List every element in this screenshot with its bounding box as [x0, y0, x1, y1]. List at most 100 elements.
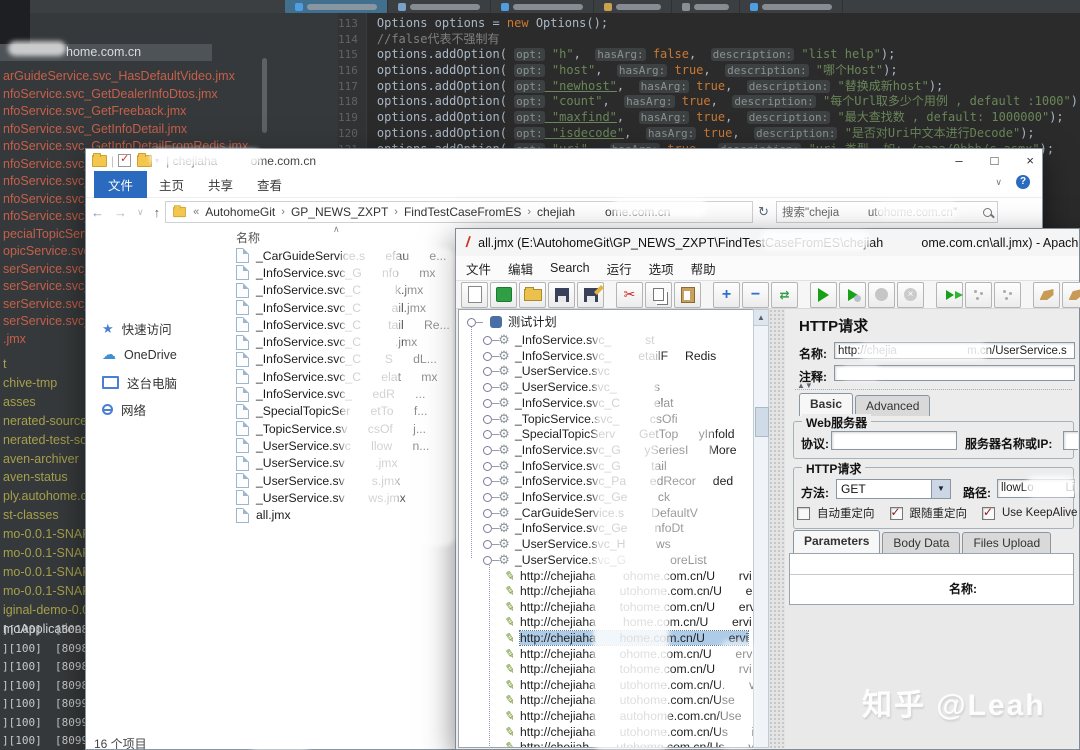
toolbar-button-paste[interactable]	[674, 281, 701, 308]
name-field[interactable]: http://chejia m.cn/UserService.s	[834, 342, 1075, 359]
ribbon-tab-3[interactable]: 查看	[245, 172, 294, 197]
tree-expand-handle[interactable]	[483, 445, 499, 455]
tree-expand-handle[interactable]	[467, 318, 483, 327]
tree-expand-handle[interactable]	[483, 336, 499, 345]
editor-tab[interactable]	[740, 0, 843, 13]
ribbon-tab-file[interactable]: 文件	[94, 171, 148, 198]
maximize-button[interactable]: □	[991, 153, 999, 168]
tree-expand-handle[interactable]	[483, 540, 499, 550]
tree-item[interactable]: _InfoService.svc_Ge nfoDt	[459, 520, 753, 536]
toolbar-button-dots[interactable]	[965, 281, 992, 308]
tree-expand-handle[interactable]	[483, 508, 499, 518]
tree-expand-handle[interactable]	[483, 524, 499, 534]
breadcrumb-segment[interactable]: GP_NEWS_ZXPT	[291, 205, 388, 219]
ide-project-folder[interactable]: aven-archiver	[3, 451, 79, 468]
ide-project-item[interactable]: arGuideService.svc_HasDefaultVideo.jmx	[3, 68, 235, 85]
toolbar-button-remote[interactable]	[936, 281, 963, 308]
tree-item[interactable]: http://chejiaha utohome.com.cn/U ervi	[459, 583, 753, 599]
toolbar-button-dots[interactable]	[994, 281, 1021, 308]
toolbar-button-new[interactable]	[461, 281, 488, 308]
ide-project-folder[interactable]: asses	[3, 394, 36, 411]
toolbar-button-toggle[interactable]: ⇄	[771, 281, 798, 308]
method-combobox[interactable]: GET ▼	[836, 479, 951, 499]
scroll-up-icon[interactable]: ▲	[754, 310, 768, 326]
ide-project-folder[interactable]: mo-0.0.1-SNAP	[3, 526, 91, 543]
ribbon-tab-2[interactable]: 共享	[196, 172, 245, 197]
refresh-icon[interactable]: ↻	[758, 204, 769, 220]
tree-item[interactable]: http://chejiaha autohome.com.cn/Use i	[459, 708, 753, 724]
sidebar-item-cloud[interactable]: ☁ OneDrive	[102, 346, 177, 363]
breadcrumb-segment[interactable]: FindTestCaseFromES	[404, 205, 521, 219]
tree-item[interactable]: _SpecialTopicServ GetTop yInfold	[459, 426, 753, 442]
server-field[interactable]	[1063, 431, 1078, 450]
parameters-table[interactable]: 名称:	[789, 553, 1074, 605]
toolbar-button-add[interactable]: +	[713, 281, 740, 308]
tree-item[interactable]: http://chejiaha tohome.com.cn/U rvi	[459, 661, 753, 677]
checkbox-跟随重定向[interactable]	[889, 505, 903, 520]
tree-item[interactable]: _InfoService.svc_G tail	[459, 458, 753, 474]
forward-icon[interactable]: →	[114, 205, 127, 220]
tree-item[interactable]: http://chejiah utohome.com.cn/Us vi	[459, 739, 753, 747]
ide-project-folder[interactable]: iginal-demo-0.0	[3, 602, 89, 619]
menu-运行[interactable]: 运行	[607, 259, 632, 278]
tree-item[interactable]: _InfoService.svc_C elat	[459, 395, 753, 411]
tree-item[interactable]: _CarGuideService.s DefaultV	[459, 505, 753, 521]
breadcrumb-segment[interactable]: chejiah ome.com.cn	[537, 205, 670, 219]
jmeter-titlebar[interactable]: / all.jmx (E:\AutohomeGit\GP_NEWS_ZXPT\F…	[456, 229, 1079, 257]
toolbar-button-cut[interactable]: ✂	[616, 281, 643, 308]
tab-body-data[interactable]: Body Data	[882, 532, 961, 553]
tree-expand-handle[interactable]	[483, 461, 499, 471]
tree-item[interactable]: _TopicService.svc_ csOfi	[459, 411, 753, 427]
toolbar-button-clear[interactable]	[1033, 281, 1060, 308]
search-box[interactable]: 搜索"chejia utohome.com.cn"	[776, 201, 998, 223]
ribbon-tab-1[interactable]: 主页	[147, 172, 196, 197]
tab-parameters[interactable]: Parameters	[793, 530, 881, 553]
ide-project-folder[interactable]: mo-0.0.1-SNAP	[3, 583, 91, 600]
comment-field[interactable]	[834, 365, 1075, 381]
tab-basic[interactable]: Basic	[799, 393, 854, 416]
back-icon[interactable]: ←	[91, 205, 104, 220]
ide-project-item[interactable]: .jmx	[3, 331, 26, 348]
toolbar-button-save-as[interactable]	[577, 281, 604, 308]
sidebar-item-star[interactable]: ★ 快速访问	[102, 319, 172, 338]
tree-expand-handle[interactable]	[483, 493, 499, 502]
checkbox-自动重定向[interactable]	[797, 506, 810, 520]
ide-project-item[interactable]: opicService.svc_	[3, 243, 97, 260]
tree-item[interactable]: http://chejiaha utohome.com.cn/U. vi	[459, 677, 753, 693]
editor-tab[interactable]	[388, 0, 491, 13]
up-icon[interactable]: ↑	[154, 205, 161, 220]
ide-project-item[interactable]: nfoService.svc_GetInfoDetail.jmx	[3, 121, 187, 138]
tree-item[interactable]: _UserService.svc_G oreList	[459, 552, 753, 568]
tree-scrollbar[interactable]: ▲	[753, 309, 769, 748]
tab-files-upload[interactable]: Files Upload	[962, 532, 1052, 553]
toolbar-button-clear-all[interactable]	[1062, 281, 1080, 308]
editor-tab[interactable]	[672, 0, 740, 13]
ide-project-folder[interactable]: t	[3, 356, 6, 373]
tree-item[interactable]: _InfoService.svc_ st	[459, 332, 753, 348]
minimize-button[interactable]: –	[955, 153, 962, 168]
ide-project-item[interactable]: nfoService.svc_GetFreeback.jmx	[3, 103, 186, 120]
tree-expand-handle[interactable]	[483, 367, 499, 377]
tree-item[interactable]: _UserService.svc_ s	[459, 379, 753, 395]
tree-expand-handle[interactable]	[483, 414, 499, 424]
sidebar-item-net[interactable]: 网络	[102, 400, 146, 419]
menu-编辑[interactable]: 编辑	[508, 259, 533, 278]
ide-project-folder[interactable]: ply.autohome.c	[3, 488, 87, 505]
ide-project-item[interactable]: nfoService.svc_GetDealerInfoDtos.jmx	[3, 86, 218, 103]
checkbox-Use KeepAlive[interactable]	[982, 505, 995, 520]
address-bar[interactable]: « AutohomeGit › GP_NEWS_ZXPT › FindTestCaseF…	[165, 201, 754, 223]
ide-scrollbar-thumb[interactable]	[262, 58, 267, 133]
toolbar-button-open[interactable]	[519, 281, 546, 308]
ide-project-folder[interactable]: mo-0.0.1-SNAP	[3, 545, 91, 562]
ide-project-folder[interactable]: nerated-source	[3, 413, 87, 430]
tree-item[interactable]: http://chejiaha home.com.cn/U ervi	[459, 614, 753, 630]
tree-item[interactable]: http://chejiaha utohome.com.cn/Use i	[459, 692, 753, 708]
ide-selected-project-item[interactable]: home.com.cn	[0, 44, 212, 61]
sidebar-item-pc[interactable]: 这台电脑	[102, 373, 177, 392]
tree-item[interactable]: http://chejiaha ohome.com.cn/U ervi	[459, 646, 753, 662]
ide-project-folder[interactable]: nerated-test-so	[3, 432, 87, 449]
quick-access-dropdown-icon[interactable]: ▾	[155, 156, 159, 165]
combo-dropdown-icon[interactable]: ▼	[931, 480, 950, 498]
tree-expand-handle[interactable]	[483, 398, 499, 408]
breadcrumb-segment[interactable]: AutohomeGit	[205, 205, 275, 219]
